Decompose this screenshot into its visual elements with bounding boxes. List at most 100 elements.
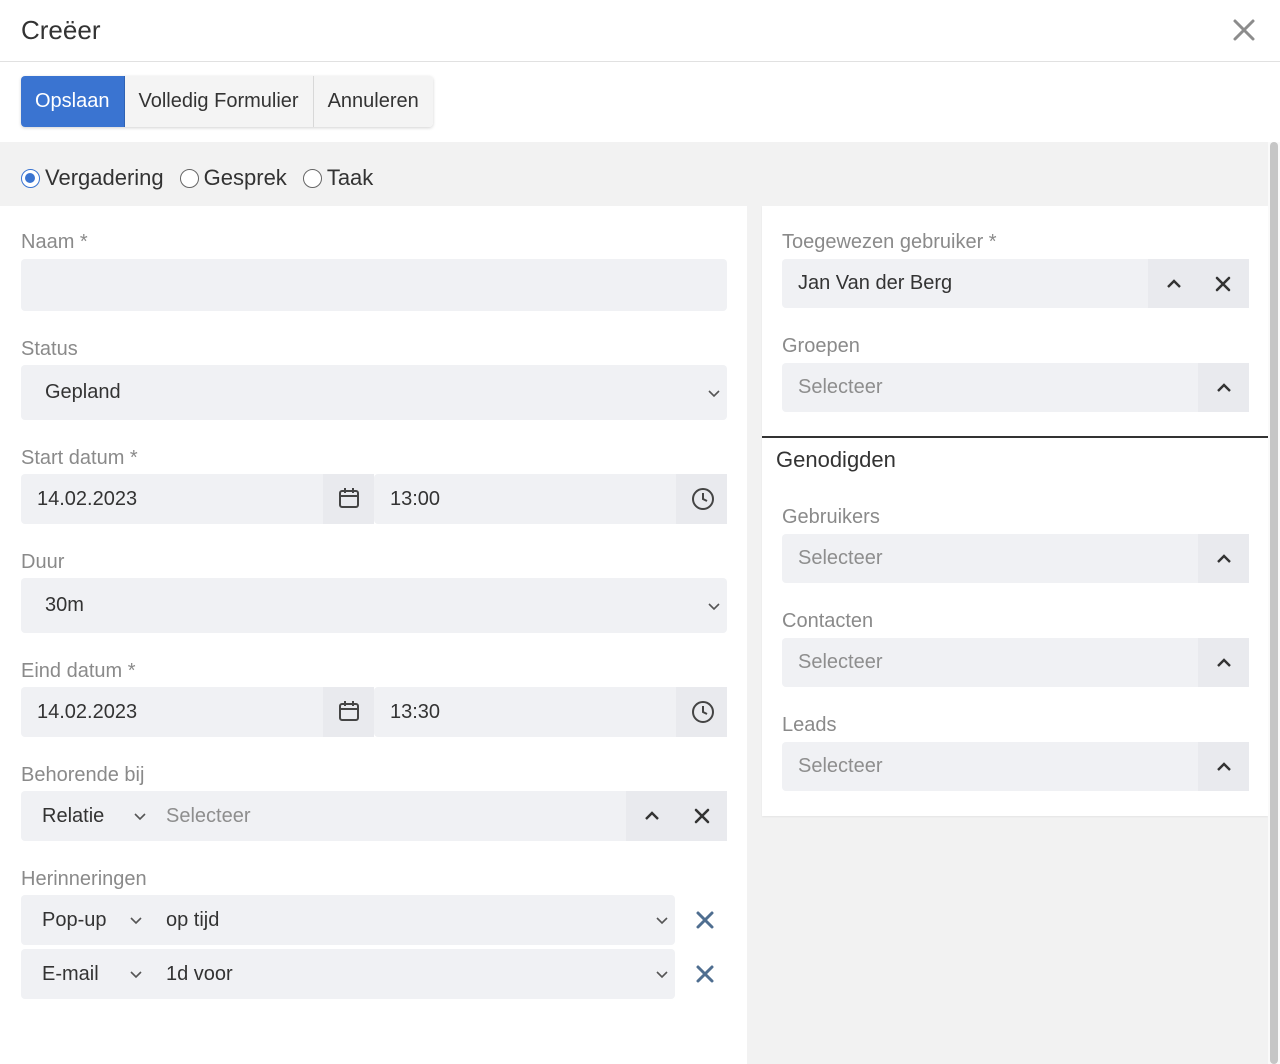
full-form-button[interactable]: Volledig Formulier	[124, 76, 314, 127]
chevron-down-icon	[130, 917, 142, 925]
radio-task-indicator[interactable]	[302, 168, 322, 188]
parent-label: Behorende bij	[21, 764, 145, 786]
activity-type-selector: Vergadering Gesprek Taak	[21, 164, 389, 192]
contacts-toggle[interactable]	[1198, 638, 1249, 687]
start-date-input[interactable]: 14.02.2023	[21, 474, 374, 524]
contacts-select[interactable]: Selecteer	[782, 638, 1249, 687]
start-date-picker-button[interactable]	[323, 474, 374, 524]
reminder-type-select[interactable]: E-mail	[21, 949, 161, 999]
radio-task-label[interactable]: Taak	[327, 165, 373, 191]
start-time-value: 13:00	[390, 488, 441, 510]
chevron-down-icon	[656, 971, 668, 979]
duration-value: 30m	[45, 594, 84, 616]
parent-type-select[interactable]: Relatie	[21, 791, 161, 841]
reminder-time-value: op tijd	[166, 909, 220, 931]
start-date-value: 14.02.2023	[37, 488, 138, 510]
chevron-down-icon	[130, 971, 142, 979]
reminder-time-select[interactable]: 1d voor	[161, 949, 675, 999]
start-time-input[interactable]: 13:00	[374, 474, 727, 524]
scrollbar-thumb[interactable]	[1270, 142, 1278, 1064]
reminder-type-value: Pop-up	[42, 909, 107, 931]
contacts-placeholder: Selecteer	[798, 651, 883, 673]
chevron-up-icon[interactable]	[644, 808, 660, 824]
reminders-label: Herinneringen	[21, 868, 147, 890]
parent-type-value: Relatie	[42, 805, 105, 827]
start-date-label: Start datum *	[21, 447, 138, 469]
remove-reminder-icon[interactable]	[694, 963, 716, 985]
assigned-user-value[interactable]: Jan Van der Berg	[798, 259, 952, 308]
name-label: Naam *	[21, 231, 88, 253]
end-date-input[interactable]: 14.02.2023	[21, 687, 374, 737]
chevron-down-icon	[708, 603, 720, 611]
chevron-up-icon	[1217, 554, 1231, 563]
chevron-down-icon	[708, 390, 720, 398]
radio-meeting[interactable]: Vergadering	[21, 165, 164, 191]
remove-reminder-icon[interactable]	[694, 909, 716, 931]
reminder-time-value: 1d voor	[166, 963, 233, 985]
users-select[interactable]: Selecteer	[782, 534, 1249, 583]
assigned-user-field: Jan Van der Berg	[782, 259, 1249, 308]
parent-field: Relatie Selecteer	[21, 791, 727, 841]
reminder-row: Pop-up op tijd	[21, 895, 675, 945]
users-placeholder: Selecteer	[798, 547, 883, 569]
attendees-title: Genodigden	[776, 447, 896, 472]
status-select[interactable]: Gepland	[21, 365, 727, 420]
calendar-icon	[339, 701, 359, 721]
users-label: Gebruikers	[782, 506, 880, 528]
leads-placeholder: Selecteer	[798, 755, 883, 777]
teams-select[interactable]: Selecteer	[782, 363, 1249, 412]
radio-call-indicator[interactable]	[179, 168, 199, 188]
leads-toggle[interactable]	[1198, 742, 1249, 791]
calendar-icon	[339, 488, 359, 508]
dialog-title: Creëer	[21, 15, 101, 45]
end-time-input[interactable]: 13:30	[374, 687, 727, 737]
side-panel: Toegewezen gebruiker * Jan Van der Berg …	[762, 206, 1268, 816]
end-time-value: 13:30	[390, 701, 441, 723]
action-button-group: Opslaan Volledig Formulier Annuleren	[21, 76, 433, 127]
users-toggle[interactable]	[1198, 534, 1249, 583]
status-label: Status	[21, 338, 78, 360]
end-date-picker-button[interactable]	[323, 687, 374, 737]
parent-actions	[626, 791, 727, 841]
save-button[interactable]: Opslaan	[21, 76, 125, 127]
radio-call-label[interactable]: Gesprek	[204, 165, 287, 191]
dialog-header: Creëer	[0, 0, 1280, 62]
radio-task[interactable]: Taak	[302, 165, 373, 191]
reminder-time-select[interactable]: op tijd	[161, 895, 675, 945]
clear-icon[interactable]	[693, 807, 711, 825]
assigned-user-label: Toegewezen gebruiker *	[782, 231, 997, 253]
duration-label: Duur	[21, 551, 65, 573]
parent-search-input[interactable]: Selecteer	[166, 791, 251, 841]
clear-icon[interactable]	[1214, 275, 1232, 293]
radio-meeting-indicator[interactable]	[21, 168, 40, 188]
chevron-up-icon	[1217, 383, 1231, 392]
contacts-label: Contacten	[782, 610, 874, 632]
chevron-up-icon	[1217, 762, 1231, 771]
assigned-user-actions	[1148, 259, 1249, 308]
close-icon[interactable]	[1228, 14, 1260, 46]
name-input[interactable]	[21, 259, 727, 311]
clock-icon	[692, 701, 714, 723]
reminder-type-value: E-mail	[42, 963, 99, 985]
status-value: Gepland	[45, 381, 121, 403]
main-fields-panel: Naam * Status Gepland Start datum * 14.0…	[0, 206, 747, 1064]
form-body: Vergadering Gesprek Taak Naam * Status G…	[0, 142, 1268, 1064]
radio-meeting-label[interactable]: Vergadering	[45, 165, 164, 191]
toolbar: Opslaan Volledig Formulier Annuleren	[0, 62, 1280, 142]
clock-icon	[692, 488, 714, 510]
reminder-row: E-mail 1d voor	[21, 949, 675, 999]
scrollbar[interactable]	[1268, 142, 1280, 1064]
chevron-up-icon[interactable]	[1166, 276, 1182, 292]
cancel-button[interactable]: Annuleren	[313, 76, 433, 127]
chevron-up-icon	[1217, 658, 1231, 667]
end-time-picker-button[interactable]	[676, 687, 727, 737]
duration-select[interactable]: 30m	[21, 578, 727, 633]
end-date-value: 14.02.2023	[37, 701, 138, 723]
start-time-picker-button[interactable]	[676, 474, 727, 524]
leads-select[interactable]: Selecteer	[782, 742, 1249, 791]
teams-toggle[interactable]	[1198, 363, 1249, 412]
radio-call[interactable]: Gesprek	[179, 165, 287, 191]
teams-label: Groepen	[782, 335, 860, 357]
reminder-type-select[interactable]: Pop-up	[21, 895, 161, 945]
section-divider	[762, 436, 1268, 438]
